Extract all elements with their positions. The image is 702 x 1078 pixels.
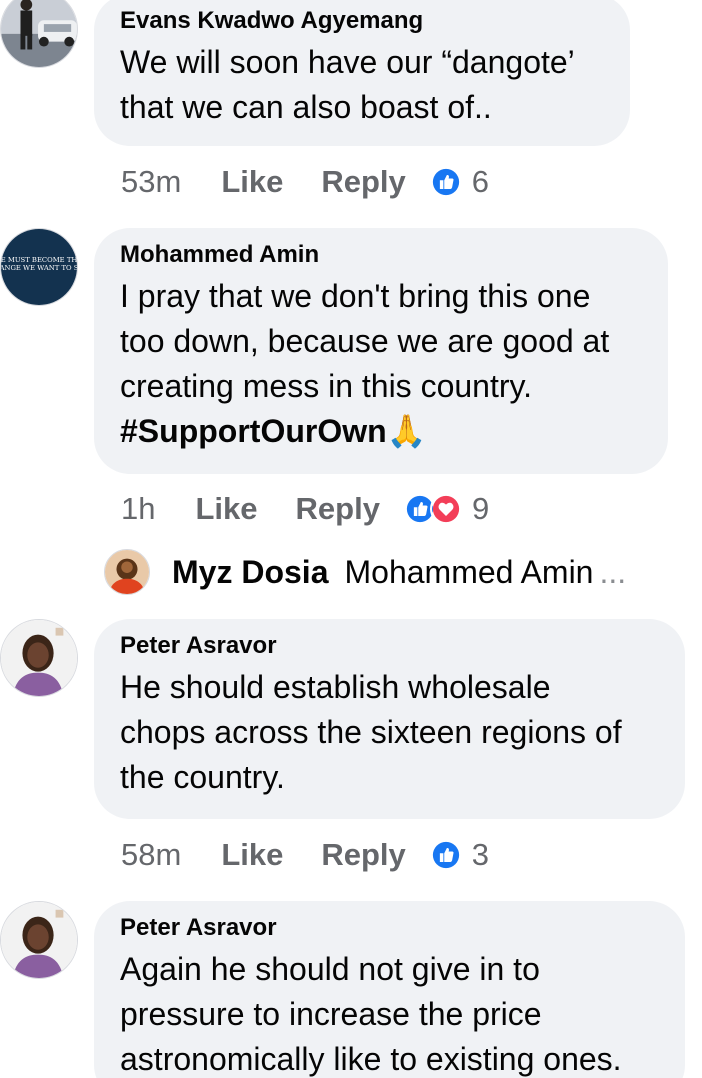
love-reaction-icon <box>429 493 462 525</box>
comment-text: astronomically like to existing ones. <box>120 1041 622 1077</box>
avatar[interactable]: E MUST BECOME TH ANGE WE WANT TO S <box>0 228 78 306</box>
like-button[interactable]: Like <box>195 491 257 527</box>
like-button[interactable]: Like <box>221 837 283 873</box>
comment-timestamp[interactable]: 58m <box>121 837 181 873</box>
reaction-count: 6 <box>471 164 490 199</box>
like-reaction-icon <box>429 839 462 871</box>
comment-actions: 58m Like Reply 3 <box>121 835 489 875</box>
avatar[interactable] <box>0 0 78 68</box>
reply-button[interactable]: Reply <box>321 837 405 873</box>
comment-text: the country. <box>120 759 285 795</box>
reply-author: Myz Dosia <box>172 553 329 590</box>
comment-timestamp[interactable]: 1h <box>121 491 155 527</box>
reply-ellipsis: ... <box>599 553 627 590</box>
comment-actions: 1h Like Reply 9 <box>121 489 489 529</box>
comment-author[interactable]: Peter Asravor <box>120 631 659 661</box>
comment-text: chops across the sixteen regions of <box>120 714 622 750</box>
comment-text-last-line: #SupportOurOwn🙏 <box>120 409 642 454</box>
comment-actions: 53m Like Reply 6 <box>121 162 489 202</box>
like-reaction-icon <box>429 166 462 198</box>
avatar-text: ANGE WE WANT TO S <box>1 264 77 272</box>
reactions-summary[interactable]: 6 <box>429 164 490 200</box>
reaction-count: 3 <box>471 837 490 872</box>
comment-bubble: Peter Asravor Again he should not give i… <box>94 901 685 1078</box>
avatar-text: E MUST BECOME TH <box>1 256 77 264</box>
comment-bubble: Evans Kwadwo Agyemang We will soon have … <box>94 0 630 146</box>
comment-text: too down, because we are good at <box>120 323 610 359</box>
reaction-count: 9 <box>471 491 490 526</box>
comment-text: pressure to increase the price <box>120 996 542 1032</box>
reactions-summary[interactable]: 9 <box>403 491 490 527</box>
reply-button[interactable]: Reply <box>321 164 405 200</box>
avatar[interactable] <box>0 619 78 697</box>
comment-author[interactable]: Evans Kwadwo Agyemang <box>120 6 604 36</box>
like-button[interactable]: Like <box>221 164 283 200</box>
comment-timestamp[interactable]: 53m <box>121 164 181 200</box>
reactions-summary[interactable]: 3 <box>429 837 490 873</box>
comment-author[interactable]: Peter Asravor <box>120 913 659 943</box>
comment-text: creating mess in this country. <box>120 368 533 404</box>
comment-text: I pray that we don't bring this one <box>120 278 591 314</box>
comment-text: that we can also boast of.. <box>120 89 492 125</box>
reply-avatar <box>104 549 150 595</box>
comment-bubble: Peter Asravor He should establish wholes… <box>94 619 685 819</box>
comment-text: We will soon have our “dangote’ <box>120 44 575 80</box>
comment-text: Again he should not give in to <box>120 951 540 987</box>
avatar[interactable] <box>0 901 78 979</box>
hashtag-link[interactable]: #SupportOurOwn <box>120 413 387 449</box>
comment-author[interactable]: Mohammed Amin <box>120 240 642 270</box>
comment-bubble: Mohammed Amin I pray that we don't bring… <box>94 228 668 474</box>
reply-snippet: Mohammed Amin <box>344 553 594 590</box>
reply-button[interactable]: Reply <box>296 491 380 527</box>
folded-hands-emoji: 🙏 <box>386 413 427 449</box>
comment-text: He should establish wholesale <box>120 669 551 705</box>
reply-preview[interactable]: Myz Dosia Mohammed Amin ... <box>104 547 626 597</box>
